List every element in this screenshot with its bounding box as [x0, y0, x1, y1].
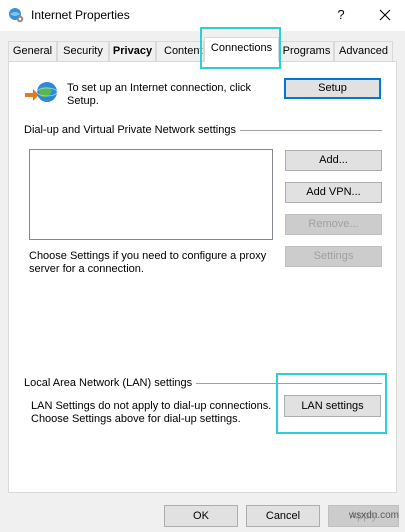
- tab-content[interactable]: Content: [156, 41, 204, 61]
- cancel-button[interactable]: Cancel: [246, 505, 320, 527]
- globe-settings-icon: [9, 8, 24, 23]
- tab-connections[interactable]: Connections: [204, 37, 279, 62]
- tab-privacy[interactable]: Privacy: [109, 41, 156, 61]
- lan-instructions: LAN Settings do not apply to dial-up con…: [31, 400, 276, 426]
- dialup-section-rule: [238, 130, 382, 131]
- lan-section-rule: [196, 383, 382, 384]
- remove-button[interactable]: Remove...: [285, 214, 382, 235]
- add-button[interactable]: Add...: [285, 150, 382, 171]
- watermark-text: wsxdn.com: [349, 510, 400, 521]
- globe-connection-icon: [25, 82, 58, 102]
- tab-advanced[interactable]: Advanced: [334, 41, 393, 61]
- window-title: Internet Properties: [31, 8, 130, 22]
- lan-settings-button[interactable]: LAN settings: [284, 395, 381, 417]
- close-icon[interactable]: [371, 4, 399, 26]
- tab-programs[interactable]: Programs: [279, 41, 334, 61]
- settings-button[interactable]: Settings: [285, 246, 382, 267]
- tab-strip: General Security Privacy Content Connect…: [0, 31, 405, 62]
- tab-general[interactable]: General: [8, 41, 57, 61]
- vpn-connection-list[interactable]: [29, 149, 273, 240]
- dialup-section-label: Dial-up and Virtual Private Network sett…: [24, 124, 240, 136]
- setup-instructions: To set up an Internet connection, click …: [67, 82, 252, 107]
- lan-section-label: Local Area Network (LAN) settings: [24, 377, 197, 389]
- title-bar: Internet Properties ?: [0, 0, 405, 31]
- ok-button[interactable]: OK: [164, 505, 238, 527]
- tab-security[interactable]: Security: [57, 41, 109, 61]
- add-vpn-button[interactable]: Add VPN...: [285, 182, 382, 203]
- proxy-instructions: Choose Settings if you need to configure…: [29, 250, 267, 275]
- internet-properties-dialog: Internet Properties ? General Security P…: [0, 0, 405, 532]
- lan-instructions-line2: Choose Settings above for dial-up settin…: [31, 413, 241, 425]
- lan-instructions-line1: LAN Settings do not apply to dial-up con…: [31, 400, 272, 412]
- setup-button[interactable]: Setup: [284, 78, 381, 99]
- help-button[interactable]: ?: [327, 4, 355, 26]
